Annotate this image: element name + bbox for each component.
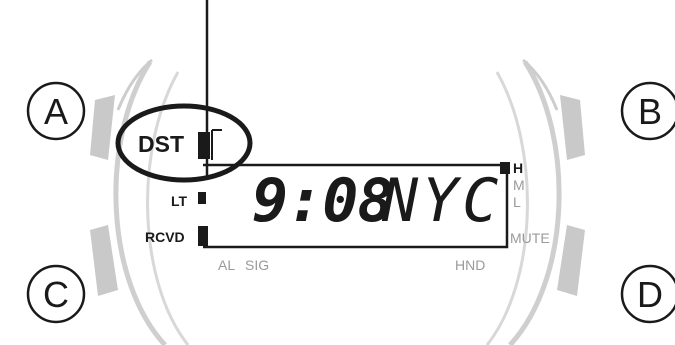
dst-label: DST [138, 131, 184, 157]
lug-right-bottom [557, 225, 585, 296]
lt-indicator-bar [198, 192, 206, 204]
sig-label: SIG [245, 257, 269, 273]
button-c[interactable]: C [26, 264, 86, 324]
time-readout: 9:08 [252, 166, 393, 236]
l-label: L [513, 194, 521, 210]
button-d-label: D [637, 274, 663, 315]
watch-face-diagram: A B C D 9:08 NYC DST LT RCVD AL SIG HND … [26, 0, 675, 345]
lug-right-top [560, 95, 585, 160]
button-b-label: B [638, 91, 662, 132]
lug-left-bottom [90, 225, 118, 296]
dst-indicator-bar [198, 132, 210, 159]
dst-indicator-tick [211, 129, 222, 160]
button-a[interactable]: A [26, 81, 86, 141]
lt-label: LT [171, 193, 188, 209]
h-label: H [513, 160, 523, 176]
rcvd-indicator-bar [198, 226, 208, 246]
lug-left-top [90, 95, 115, 160]
rcvd-label: RCVD [145, 229, 185, 245]
hnd-label: HND [455, 257, 485, 273]
m-label: M [513, 177, 525, 193]
mute-label: MUTE [510, 230, 550, 246]
button-c-label: C [43, 274, 69, 315]
button-d[interactable]: D [620, 264, 675, 324]
button-a-label: A [44, 91, 68, 132]
al-label: AL [218, 257, 235, 273]
case-outer-left [113, 60, 167, 345]
button-b[interactable]: B [620, 81, 675, 141]
city-code-readout: NYC [381, 166, 502, 236]
